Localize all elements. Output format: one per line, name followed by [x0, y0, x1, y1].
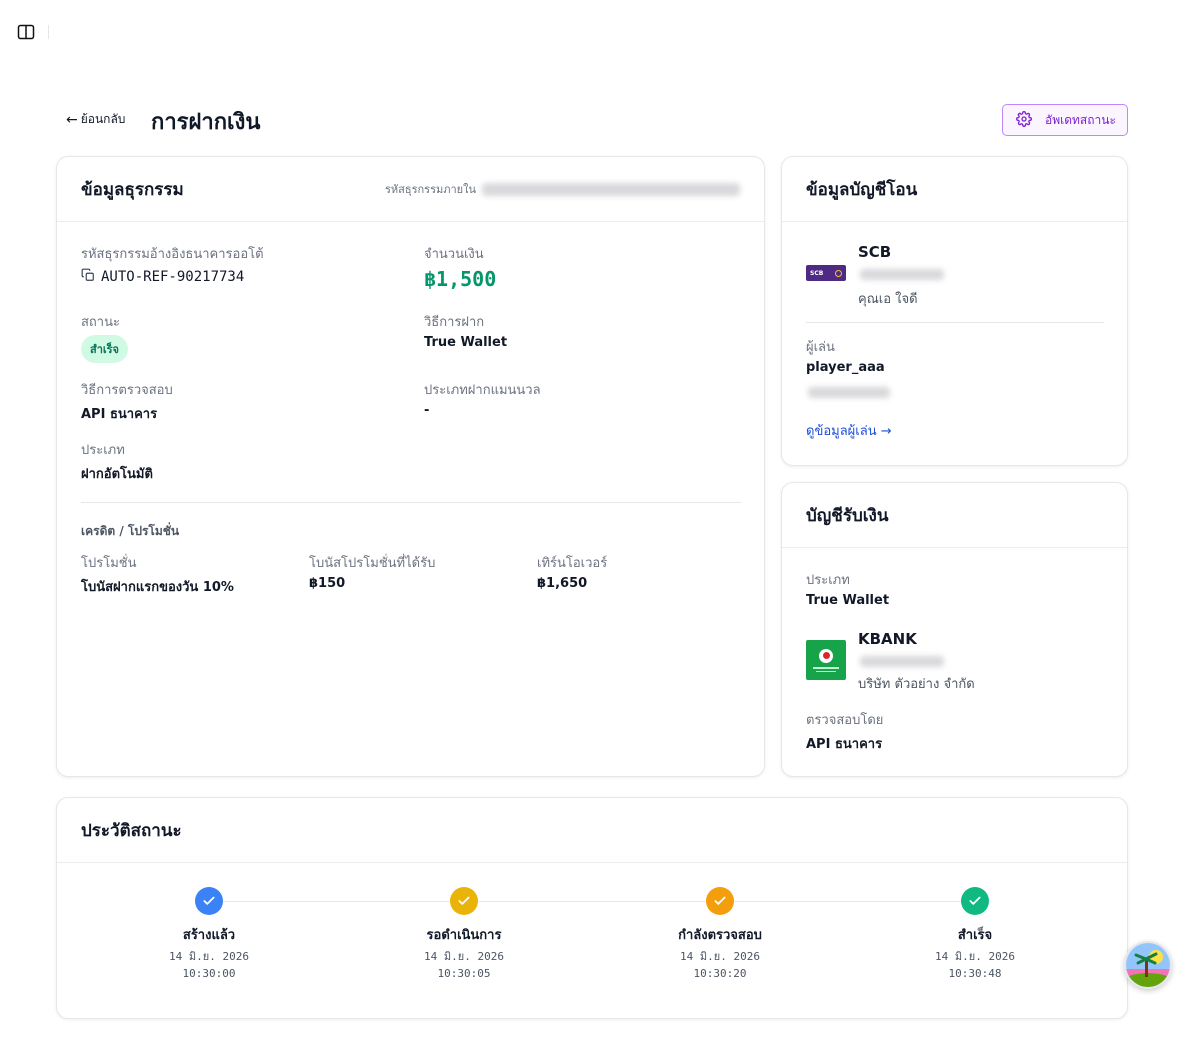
history-card-header: ประวัติสถานะ: [57, 798, 1127, 863]
type-value: ฝากอัตโนมัติ: [81, 467, 153, 482]
transaction-card-title: ข้อมูลธุรกรรม: [81, 179, 184, 200]
receiver-account-name: บริษัท ตัวอย่าง จำกัด: [858, 677, 975, 692]
kbank-logo: [806, 640, 846, 680]
player-value: player_aaa: [806, 360, 885, 375]
step-date: 14 มิ.ย. 2026: [680, 950, 760, 963]
check-icon: [706, 887, 734, 915]
type-label: ประเภท: [81, 443, 125, 458]
step-time: 10:30:20: [693, 967, 747, 980]
internal-id-label: รหัสธุรกรรมภายใน: [385, 183, 476, 196]
method-label: วิธีการฝาก: [424, 315, 485, 330]
sender-account-number-redacted: [860, 269, 944, 280]
scb-logo: SCB: [806, 265, 846, 281]
section-divider: [81, 502, 741, 503]
manual-type-label: ประเภทฝากแมนนวล: [424, 383, 541, 398]
step-label: รอดำเนินการ: [426, 928, 502, 943]
step-date: 14 มิ.ย. 2026: [935, 950, 1015, 963]
player-detail-redacted: [808, 387, 890, 398]
step-label: สำเร็จ: [957, 928, 993, 943]
status-history-card: ประวัติสถานะ สร้างแล้ว 14 มิ.ย. 2026 10:…: [56, 797, 1128, 1019]
assistant-avatar[interactable]: [1124, 941, 1172, 989]
receiver-account-number-redacted: [860, 656, 944, 667]
update-status-label: อัพเดทสถานะ: [1045, 112, 1116, 127]
update-status-button[interactable]: อัพเดทสถานะ: [1002, 104, 1128, 136]
credit-section-title: เครดิต / โปรโมชั่น: [81, 524, 180, 538]
copy-icon[interactable]: [81, 267, 95, 286]
transaction-card: ข้อมูลธุรกรรม รหัสธุรกรรมภายใน รหัสธุรกร…: [56, 156, 765, 777]
toolbar-divider: [48, 25, 49, 39]
view-player-link[interactable]: ดูข้อมูลผู้เล่น →: [806, 420, 892, 441]
transaction-card-header: ข้อมูลธุรกรรม รหัสธุรกรรมภายใน: [57, 157, 764, 222]
promo-value: โบนัสฝากแรกของวัน 10%: [81, 580, 234, 595]
receiver-bank-code: KBANK: [858, 630, 917, 648]
receiver-type-label: ประเภท: [806, 573, 850, 588]
verify-label: วิธีการตรวจสอบ: [81, 383, 173, 398]
sender-divider: [806, 322, 1104, 323]
sidebar-toggle-icon[interactable]: [17, 23, 35, 41]
ref-label: รหัสธุรกรรมอ้างอิงธนาคารออโต้: [81, 247, 264, 262]
history-card-title: ประวัติสถานะ: [81, 820, 182, 841]
step-date: 14 มิ.ย. 2026: [169, 950, 249, 963]
ref-value: AUTO-REF-90217734: [101, 268, 245, 285]
sender-card-header: ข้อมูลบัญชีโอน: [782, 157, 1127, 222]
back-label: ย้อนกลับ: [80, 112, 126, 126]
sender-card-title: ข้อมูลบัญชีโอน: [806, 179, 918, 200]
back-link[interactable]: ← ย้อนกลับ: [66, 110, 125, 129]
timeline-step: สำเร็จ 14 มิ.ย. 2026 10:30:48: [895, 887, 1055, 982]
step-time: 10:30:48: [948, 967, 1002, 980]
step-time: 10:30:05: [437, 967, 491, 980]
sender-account-name: คุณเอ ใจดี: [858, 292, 918, 307]
check-icon: [961, 887, 989, 915]
receiver-card-title: บัญชีรับเงิน: [806, 505, 889, 526]
receiver-account-card: บัญชีรับเงิน ประเภท True Wallet KBANK บร…: [781, 482, 1128, 777]
bonus-value: ฿150: [309, 576, 346, 591]
turnover-value: ฿1,650: [537, 576, 588, 591]
verified-by-label: ตรวจสอบโดย: [806, 713, 884, 728]
scb-emblem-icon: [835, 269, 842, 277]
verified-by-value: API ธนาคาร: [806, 737, 883, 752]
page-title: การฝากเงิน: [151, 110, 261, 135]
status-badge: สำเร็จ: [81, 335, 129, 363]
promo-label: โปรโมชั่น: [81, 556, 137, 571]
timeline-step: กำลังตรวจสอบ 14 มิ.ย. 2026 10:30:20: [640, 887, 800, 982]
step-date: 14 มิ.ย. 2026: [424, 950, 504, 963]
step-label: กำลังตรวจสอบ: [678, 928, 762, 943]
internal-id-value-redacted: [482, 182, 740, 196]
verify-value: API ธนาคาร: [81, 407, 158, 422]
timeline-step: รอดำเนินการ 14 มิ.ย. 2026 10:30:05: [384, 887, 544, 982]
step-label: สร้างแล้ว: [182, 928, 236, 943]
sender-bank-code: SCB: [858, 243, 892, 261]
arrow-left-icon: ←: [66, 111, 78, 128]
kbank-emblem-icon: [819, 648, 833, 663]
timeline-line: [209, 901, 975, 902]
check-icon: [195, 887, 223, 915]
sender-account-card: ข้อมูลบัญชีโอน SCB SCB คุณเอ ใจดี ผู้เล่…: [781, 156, 1128, 466]
amount-value: ฿1,500: [424, 267, 497, 291]
manual-type-value: -: [424, 403, 430, 418]
turnover-label: เทิร์นโอเวอร์: [537, 556, 608, 571]
receiver-card-header: บัญชีรับเงิน: [782, 483, 1127, 548]
bonus-label: โบนัสโปรโมชั่นที่ได้รับ: [309, 556, 436, 571]
player-label: ผู้เล่น: [806, 340, 835, 355]
timeline-step: สร้างแล้ว 14 มิ.ย. 2026 10:30:00: [129, 887, 289, 982]
gear-icon: [1016, 110, 1032, 130]
check-icon: [450, 887, 478, 915]
amount-label: จำนวนเงิน: [424, 247, 484, 262]
receiver-type-value: True Wallet: [806, 593, 890, 608]
method-value: True Wallet: [424, 335, 508, 350]
status-label: สถานะ: [81, 315, 120, 330]
step-time: 10:30:00: [182, 967, 236, 980]
